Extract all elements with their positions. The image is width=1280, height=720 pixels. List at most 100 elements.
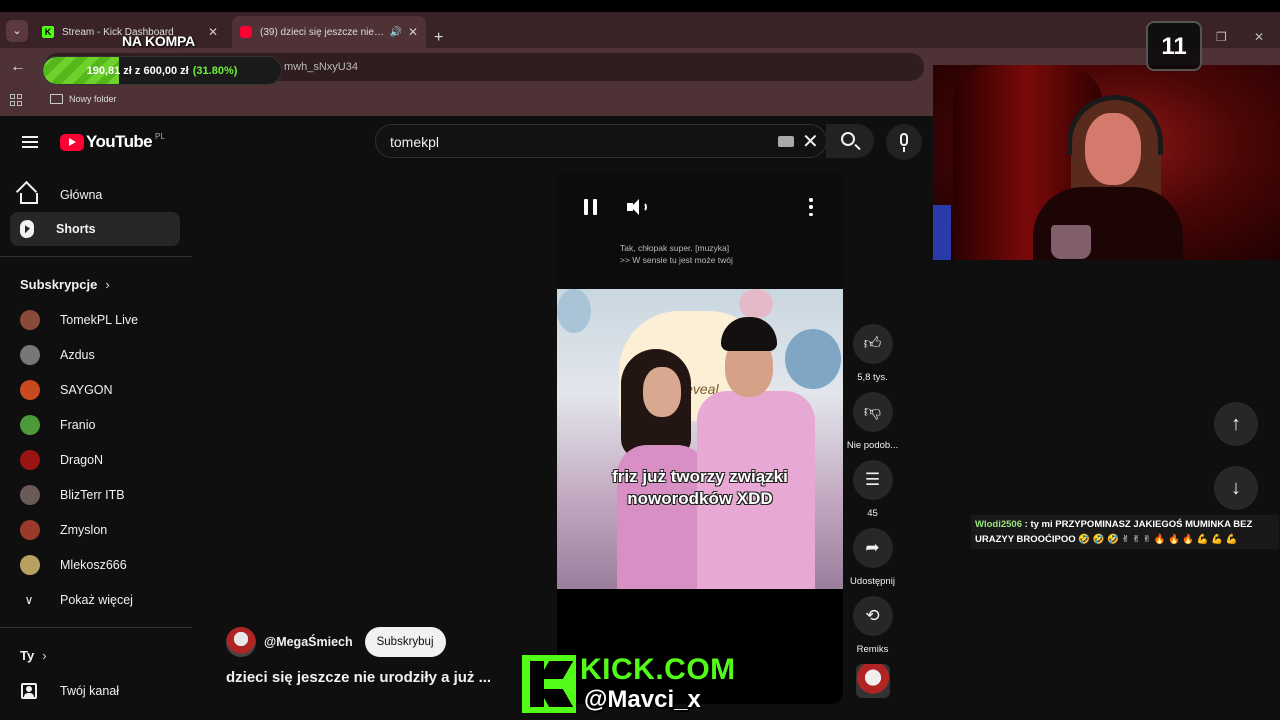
close-tab-icon[interactable]: ✕ (208, 25, 218, 39)
show-more-label: Pokaż więcej (60, 593, 133, 607)
captions: Tak, chłopak super. [muzyka] >> W sensie… (620, 242, 733, 266)
man-figure (697, 317, 815, 589)
sidebar-item-subscription[interactable]: Zmyslon (10, 515, 180, 545)
chat-message: Wlodi2506 : ty mi PRZYPOMINASZ JAKIEGOŚ … (971, 515, 1279, 549)
sidebar-item-label: Shorts (56, 222, 96, 236)
sidebar-item-home[interactable]: Główna (10, 178, 180, 212)
glass-mug (1051, 225, 1091, 259)
counter-widget: 11 (1146, 21, 1202, 71)
show-more-button[interactable]: ∨ Pokaż więcej (10, 585, 180, 615)
search-button[interactable] (826, 124, 874, 158)
bookmark-label: Nowy folder (69, 94, 117, 104)
account-icon (21, 683, 37, 699)
audio-playing-icon[interactable]: 🔊 (389, 27, 401, 38)
pause-icon[interactable] (584, 199, 598, 215)
youtube-logo[interactable]: YouTube PL (60, 132, 165, 152)
sidebar-divider (0, 627, 192, 628)
dislike-icon: 👎︎ (863, 402, 882, 421)
subscriptions-title: Subskrypcje (20, 277, 98, 292)
you-heading[interactable]: Ty › (20, 648, 47, 663)
kick-icon: K (42, 26, 54, 38)
sound-thumbnail[interactable] (856, 664, 890, 698)
sidebar-item-subscription[interactable]: TomekPL Live (10, 305, 180, 335)
clear-search-icon[interactable]: ✕ (802, 129, 819, 154)
sidebar-item-subscription[interactable]: SAYGON (10, 375, 180, 405)
next-short-arrow-down-icon[interactable]: ↓ (1214, 466, 1258, 510)
video-overlay-text: friz już tworzy związki noworodków XDD (557, 466, 843, 510)
avatar (20, 520, 40, 540)
dislike-button[interactable]: 👎︎ Nie podob... (845, 392, 900, 451)
subscription-label: Zmyslon (60, 523, 108, 537)
close-tab-icon[interactable]: ✕ (408, 25, 418, 39)
subscription-label: Mlekosz666 (60, 558, 127, 572)
comment-count: 45 (867, 508, 878, 519)
like-button[interactable]: 👍︎ 5,8 tys. (845, 324, 900, 383)
balloon (557, 289, 591, 333)
subscription-label: SAYGON (60, 383, 113, 397)
apps-grid-icon[interactable] (10, 94, 22, 106)
previous-short-arrow-up-icon[interactable]: ↑ (1214, 402, 1258, 446)
tab-list-chevron-icon[interactable]: ⌄ (6, 20, 28, 42)
video-frame[interactable]: Reveal friz już tworzy związki noworodkó… (557, 289, 843, 589)
subscriptions-heading[interactable]: Subskrypcje › (20, 277, 110, 292)
chevron-right-icon: › (105, 277, 110, 292)
avatar (20, 415, 40, 435)
sidebar-item-shorts[interactable]: Shorts (10, 212, 180, 246)
share-circle: ➦ (852, 528, 893, 568)
new-tab-plus-icon[interactable]: + (434, 30, 443, 46)
search-input[interactable]: tomekpl ✕ (375, 124, 827, 158)
you-title: Ty (20, 648, 35, 663)
subscription-label: Franio (60, 418, 96, 432)
channel-avatar[interactable] (226, 627, 256, 657)
share-icon: ➦ (865, 538, 880, 557)
restore-window-icon[interactable]: ❐ (1216, 30, 1227, 44)
menu-hamburger-icon[interactable] (22, 136, 38, 148)
donation-amount: 190,81 zł z 600,00 zł (86, 64, 189, 77)
chevron-down-icon: ∨ (24, 593, 34, 607)
subscribe-button[interactable]: Subskrybuj (364, 627, 446, 657)
channel-name[interactable]: @MegaŚmiech (264, 635, 353, 649)
donation-goal-title: NA KOMPA (122, 33, 196, 49)
avatar (20, 555, 40, 575)
voice-search-button[interactable] (886, 124, 922, 160)
volume-icon[interactable] (627, 198, 649, 216)
remix-icon: ⟲ (865, 606, 880, 625)
close-window-icon[interactable]: ✕ (1254, 30, 1264, 44)
back-arrow-icon[interactable]: ← (10, 58, 26, 76)
subscription-label: DragoN (60, 453, 104, 467)
sidebar-item-subscription[interactable]: Mlekosz666 (10, 550, 180, 580)
kick-username: @Mavci_x (584, 686, 701, 713)
top-border (0, 0, 1280, 12)
caption-line: Tak, chłopak super. [muzyka] (620, 243, 730, 253)
sidebar-item-subscription[interactable]: BlizTerr ITB (10, 480, 180, 510)
like-circle: 👍︎ (852, 324, 893, 364)
remix-button[interactable]: ⟲ Remiks (845, 596, 900, 655)
sidebar-item-label: Główna (60, 188, 103, 202)
your-channel-label: Twój kanał (60, 684, 120, 698)
more-options-icon[interactable] (809, 198, 813, 216)
logo-wordmark: YouTube (86, 132, 153, 151)
donation-percent: (31.80%) (192, 64, 238, 77)
tab-youtube-short[interactable]: (39) dzieci się jeszcze nie urodziły a j… (232, 16, 426, 48)
overlay-line: noworodków XDD (627, 489, 773, 508)
share-button[interactable]: ➦ Udostępnij (845, 528, 900, 587)
screen: ⌄ K Stream - Kick Dashboard ✕ (39) dziec… (0, 0, 1280, 720)
short-title[interactable]: dzieci się jeszcze nie urodziły a już ..… (226, 669, 491, 686)
shorts-player[interactable]: Tak, chłopak super. [muzyka] >> W sensie… (557, 172, 843, 704)
channel-row: @MegaŚmiech Subskrybuj (226, 627, 446, 657)
tab-title: (39) dzieci się jeszcze nie urodziły a j… (260, 26, 386, 38)
bookmark-folder[interactable]: Nowy folder (50, 94, 117, 104)
keyboard-icon[interactable] (778, 136, 794, 147)
sidebar-item-your-channel[interactable]: Twój kanał (10, 676, 180, 706)
player-header: Tak, chłopak super. [muzyka] >> W sensie… (557, 172, 843, 292)
avatar (20, 310, 40, 330)
balloon (739, 289, 773, 319)
sidebar-item-subscription[interactable]: Azdus (10, 340, 180, 370)
folder-icon (50, 94, 63, 104)
comments-button[interactable]: ☰ 45 (845, 460, 900, 519)
sidebar-divider (0, 256, 192, 257)
subscription-label: BlizTerr ITB (60, 488, 125, 502)
youtube-play-icon (60, 133, 84, 151)
sidebar-item-subscription[interactable]: DragoN (10, 445, 180, 475)
sidebar-item-subscription[interactable]: Franio (10, 410, 180, 440)
